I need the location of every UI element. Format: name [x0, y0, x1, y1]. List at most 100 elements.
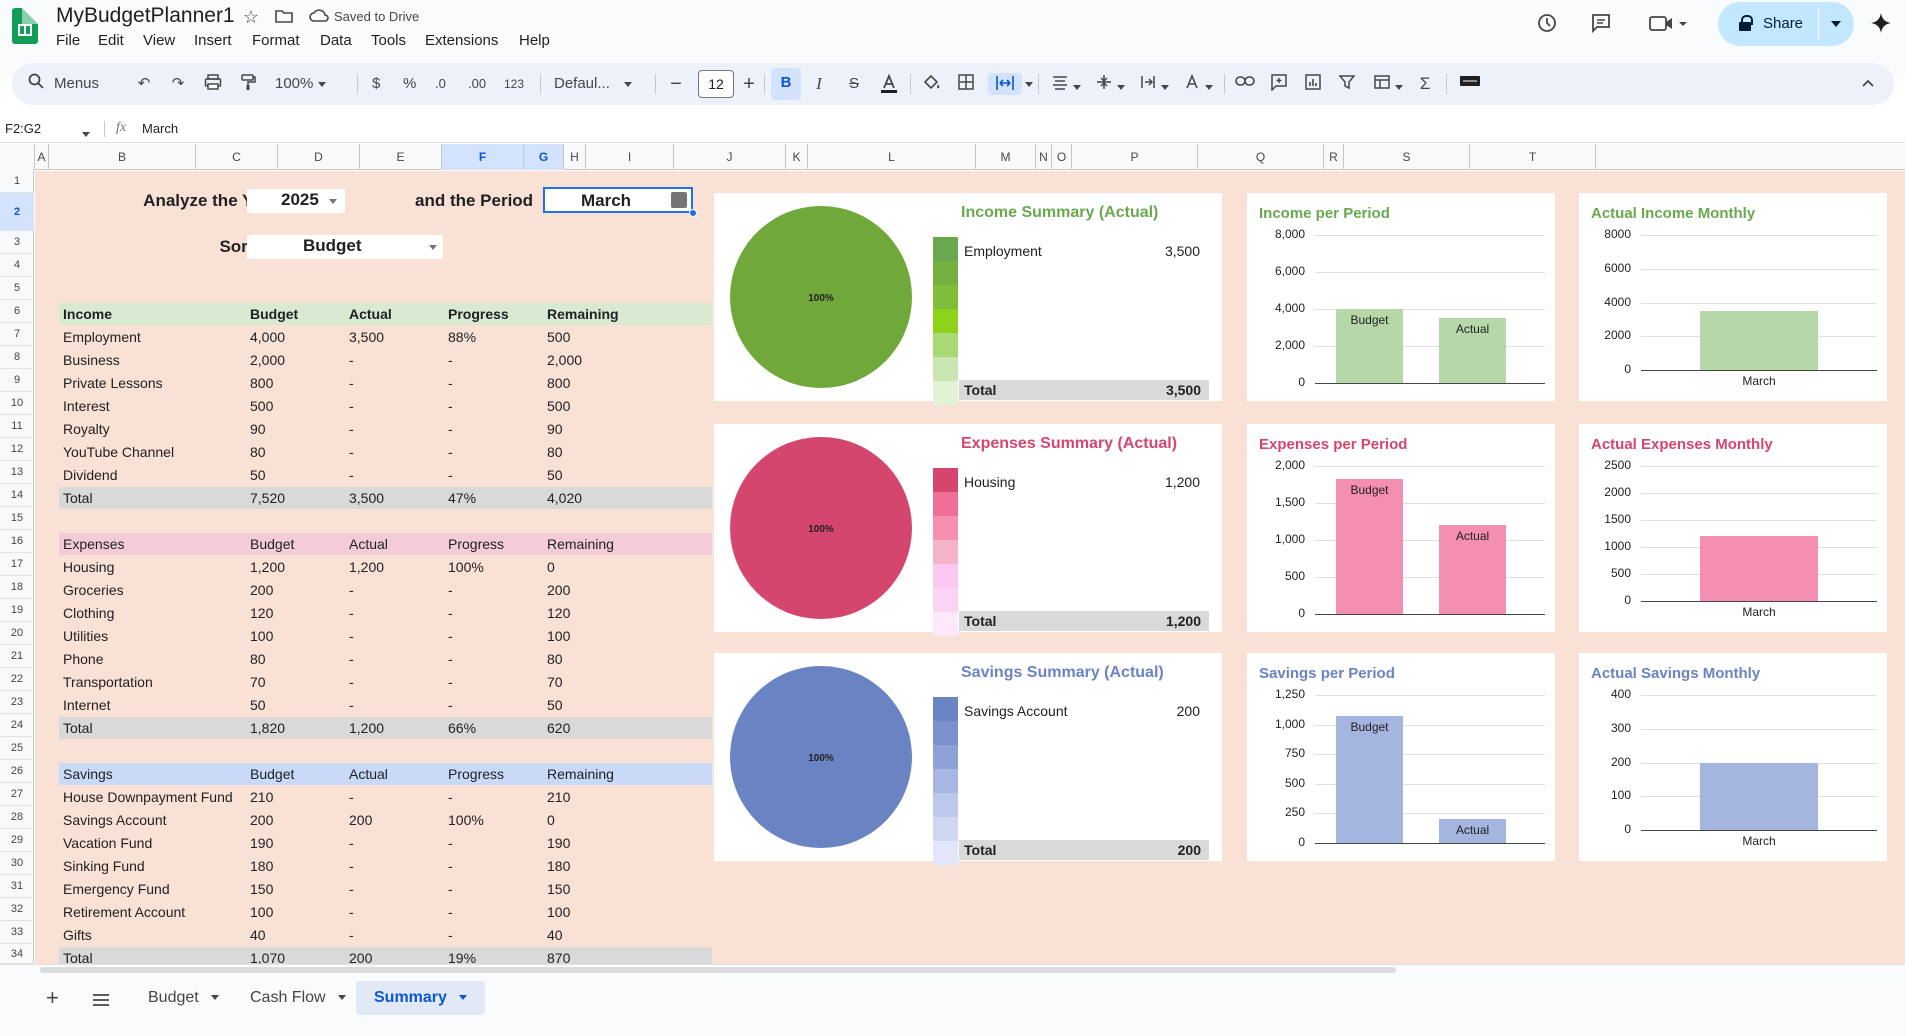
- table-row[interactable]: Sinking Fund 180 - - 180: [59, 855, 712, 877]
- table-row[interactable]: Groceries 200 - - 200: [59, 579, 712, 601]
- table-row[interactable]: Internet 50 - - 50: [59, 694, 712, 716]
- summary-card[interactable]: 100% Income Summary (Actual) Employment 3,5…: [714, 193, 1222, 405]
- row-header-19[interactable]: 19: [0, 599, 34, 622]
- table-row[interactable]: Private Lessons 800 - - 800: [59, 372, 712, 394]
- name-box-dropdown-icon[interactable]: [82, 126, 90, 144]
- vertical-align-icon[interactable]: [1092, 73, 1128, 95]
- table-row[interactable]: Emergency Fund 150 - - 150: [59, 878, 712, 900]
- italic-button[interactable]: I: [809, 73, 829, 95]
- cloud-saved-icon[interactable]: [308, 6, 330, 28]
- column-header-g[interactable]: G: [524, 144, 564, 170]
- row-header-15[interactable]: 15: [0, 507, 34, 530]
- menu-help[interactable]: Help: [519, 32, 550, 49]
- expenses-total-row[interactable]: Total 1,820 1,200 66% 620: [59, 717, 712, 739]
- bar[interactable]: [1700, 762, 1818, 830]
- dropdown-chip-icon[interactable]: [671, 192, 687, 208]
- menu-insert[interactable]: Insert: [194, 32, 232, 49]
- search-menus-label[interactable]: Menus: [54, 73, 99, 95]
- row-header-13[interactable]: 13: [0, 461, 34, 484]
- increase-font-size-icon[interactable]: +: [741, 73, 757, 95]
- table-row[interactable]: Vacation Fund 190 - - 190: [59, 832, 712, 854]
- period-dropdown[interactable]: March: [543, 187, 697, 217]
- merge-dropdown-icon[interactable]: [1024, 73, 1034, 95]
- print-icon[interactable]: [202, 73, 224, 95]
- row-header-23[interactable]: 23: [0, 691, 34, 714]
- table-row[interactable]: Employment 4,000 3,500 88% 500: [59, 326, 712, 348]
- menu-format[interactable]: Format: [252, 32, 300, 49]
- add-sheet-icon[interactable]: +: [46, 985, 59, 1011]
- menu-file[interactable]: File: [56, 32, 80, 49]
- all-sheets-icon[interactable]: [92, 993, 110, 1012]
- table-row[interactable]: Phone 80 - - 80: [59, 648, 712, 670]
- column-header-m[interactable]: M: [976, 144, 1036, 170]
- row-header-28[interactable]: 28: [0, 806, 34, 829]
- sheets-logo-icon[interactable]: [12, 8, 38, 44]
- zoom-select[interactable]: 100%: [275, 73, 326, 95]
- column-header-h[interactable]: H: [564, 144, 586, 170]
- functions-icon[interactable]: Σ: [1414, 73, 1436, 95]
- bar-chart-card[interactable]: Savings per Period 0 250 500 750 1,000 1,250 Bu…: [1247, 653, 1555, 861]
- row-header-5[interactable]: 5: [0, 277, 34, 300]
- select-all-corner[interactable]: [0, 144, 35, 170]
- comments-icon[interactable]: [1590, 12, 1612, 34]
- column-header-i[interactable]: I: [586, 144, 674, 170]
- row-header-6[interactable]: 6: [0, 300, 34, 323]
- table-row[interactable]: Utilities 100 - - 100: [59, 625, 712, 647]
- meet-icon[interactable]: [1648, 12, 1688, 34]
- filter-icon[interactable]: [1336, 73, 1358, 95]
- column-header-f[interactable]: F: [442, 144, 524, 170]
- star-icon[interactable]: ☆: [240, 6, 262, 28]
- row-header-1[interactable]: 1: [0, 170, 34, 193]
- column-header-a[interactable]: A: [35, 144, 49, 170]
- column-header-t[interactable]: T: [1470, 144, 1596, 170]
- share-button[interactable]: Share: [1718, 2, 1854, 46]
- row-header-32[interactable]: 32: [0, 898, 34, 921]
- bar-chart-card[interactable]: Actual Income Monthly 0 2000 4000 6000 8000 Ma…: [1579, 193, 1887, 401]
- name-box[interactable]: F2:G2: [5, 121, 41, 136]
- column-header-b[interactable]: B: [49, 144, 196, 170]
- increase-decimal-button[interactable]: .00: [468, 73, 486, 95]
- row-header-8[interactable]: 8: [0, 346, 34, 369]
- bar[interactable]: [1700, 536, 1818, 601]
- share-dropdown-icon[interactable]: [1831, 21, 1841, 27]
- row-header-34[interactable]: 34: [0, 944, 34, 964]
- insert-chart-icon[interactable]: [1302, 73, 1324, 95]
- scrollbar-thumb[interactable]: [40, 967, 1396, 973]
- table-row[interactable]: Dividend 50 - - 50: [59, 464, 712, 486]
- collapse-toolbar-icon[interactable]: [1858, 73, 1878, 95]
- row-header-22[interactable]: 22: [0, 668, 34, 691]
- merge-cells-icon[interactable]: [988, 73, 1022, 95]
- row-header-20[interactable]: 20: [0, 622, 34, 645]
- horizontal-scrollbar[interactable]: [40, 965, 1892, 975]
- row-header-33[interactable]: 33: [0, 921, 34, 944]
- menu-edit[interactable]: Edit: [98, 32, 124, 49]
- strikethrough-icon[interactable]: S: [844, 73, 864, 95]
- column-header-s[interactable]: S: [1344, 144, 1470, 170]
- table-row[interactable]: YouTube Channel 80 - - 80: [59, 441, 712, 463]
- row-header-24[interactable]: 24: [0, 714, 34, 737]
- currency-format-button[interactable]: $: [372, 73, 380, 95]
- row-header-10[interactable]: 10: [0, 392, 34, 415]
- table-row[interactable]: Transportation 70 - - 70: [59, 671, 712, 693]
- column-header-j[interactable]: J: [674, 144, 786, 170]
- row-header-14[interactable]: 14: [0, 484, 34, 507]
- search-menus-icon[interactable]: [26, 73, 46, 95]
- bar[interactable]: Budget: [1336, 309, 1403, 383]
- column-header-e[interactable]: E: [360, 144, 442, 170]
- font-select[interactable]: Defaul...: [554, 73, 633, 95]
- bar[interactable]: Actual: [1439, 318, 1506, 383]
- table-row[interactable]: Clothing 120 - - 120: [59, 602, 712, 624]
- table-row[interactable]: House Downpayment Fund 210 - - 210: [59, 786, 712, 808]
- text-wrapping-icon[interactable]: [1136, 73, 1172, 95]
- bar[interactable]: Budget: [1336, 716, 1403, 843]
- percent-format-button[interactable]: %: [403, 73, 416, 95]
- decrease-font-size-icon[interactable]: −: [668, 73, 684, 95]
- formula-input[interactable]: March: [142, 121, 178, 136]
- bar-chart-card[interactable]: Income per Period 0 2,000 4,000 6,000 8,000 Bu…: [1247, 193, 1555, 401]
- row-header-26[interactable]: 26: [0, 760, 34, 783]
- row-header-12[interactable]: 12: [0, 438, 34, 461]
- redo-icon[interactable]: ↷: [168, 73, 188, 95]
- more-formats-button[interactable]: 123: [504, 73, 524, 95]
- menu-extensions[interactable]: Extensions: [425, 32, 498, 49]
- filter-views-icon[interactable]: [1370, 73, 1406, 95]
